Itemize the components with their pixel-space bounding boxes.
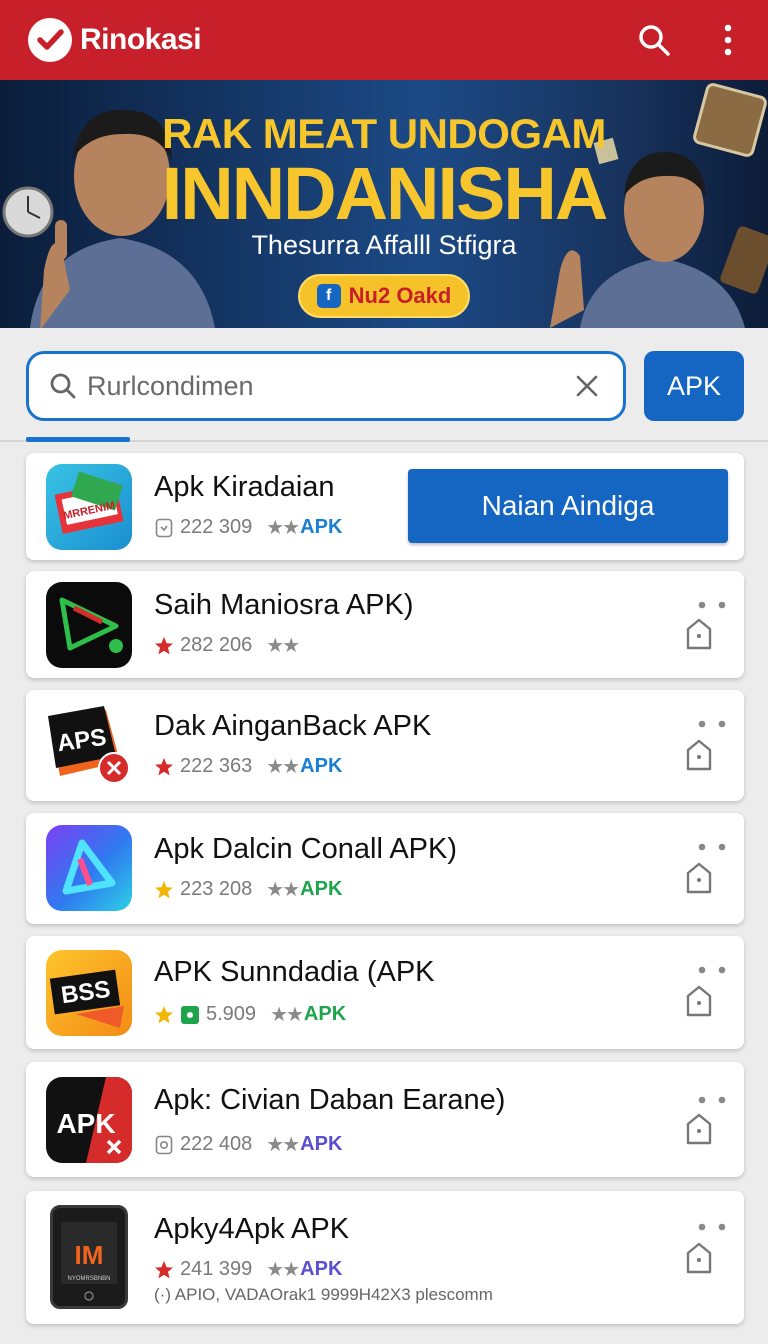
rating-stars: ★★ — [266, 1259, 300, 1281]
star-icon — [154, 1005, 174, 1025]
app-list-item[interactable]: APS Dak AinganBack APK 222 363 ★★ APK — [26, 690, 744, 801]
app-meta: 5.909 ★★ APK — [154, 1002, 346, 1027]
apk-tag: APK — [300, 1258, 343, 1280]
star-icon — [154, 1260, 174, 1280]
app-meta: 241 399 ★★ APK — [154, 1257, 342, 1282]
app-bar: Rinokasi — [0, 0, 768, 80]
app-icon-7-text: IM — [75, 1240, 104, 1270]
search-input[interactable] — [87, 370, 547, 402]
app-list-item[interactable]: APK Apk: Civian Daban Earane) 222 408 ★★… — [26, 1062, 744, 1177]
app-list-item[interactable]: MRRENIM Apk Kiradaian 222 309 ★★ APK Nai… — [26, 453, 744, 560]
app-meta: 222 309 ★★ APK — [154, 515, 342, 540]
more-dots-icon[interactable] — [694, 837, 730, 857]
apk-tag: APK — [300, 878, 343, 900]
rating-stars: ★★ — [266, 517, 300, 539]
app-icon-7: IM NYOMRSBNBN — [50, 1205, 128, 1309]
search-row: APK — [26, 351, 744, 421]
app-icon-4 — [46, 825, 132, 911]
check-icon — [28, 18, 72, 62]
app-name: Apk: Civian Daban Earane) — [154, 1084, 506, 1116]
bookmark-house-icon[interactable] — [684, 861, 714, 895]
app-icon-6-text: APK — [56, 1108, 115, 1139]
promo-banner[interactable]: RAK MEAT UNDOGAM INNDANISHA Thesurra Aff… — [0, 80, 768, 328]
app-meta: 282 206 ★★ — [154, 633, 300, 658]
brand-icon: f — [316, 284, 341, 308]
app-icon-6: APK — [46, 1077, 132, 1163]
bookmark-house-icon[interactable] — [684, 1241, 714, 1275]
apk-tag: APK — [300, 755, 343, 777]
app-logo[interactable]: Rinokasi — [28, 18, 202, 62]
app-icon-7-subtext: NYOMRSBNBN — [67, 1276, 110, 1282]
rating-stars: ★★ — [266, 1134, 300, 1156]
download-count: 223 208 — [180, 878, 253, 900]
download-count: 241 399 — [180, 1258, 253, 1280]
more-dots-icon[interactable] — [694, 714, 730, 734]
app-icon-1: MRRENIM — [46, 464, 132, 550]
app-name: Apk Kiradaian — [154, 471, 335, 503]
download-count: 222 408 — [180, 1133, 253, 1155]
app-icon-5: BSS — [46, 950, 132, 1036]
apk-tag: APK — [303, 1003, 347, 1025]
rating-stars: ★★ — [266, 879, 300, 901]
app-icon-2 — [46, 582, 132, 668]
app-extra-info: (·) APIO, VADAOrak1 9999H42X3 plescomm — [154, 1285, 493, 1304]
clear-icon[interactable] — [573, 372, 601, 400]
banner-headline-top: RAK MEAT UNDOGAM — [162, 110, 606, 157]
shield-icon — [154, 518, 174, 538]
apk-filter-button[interactable]: APK — [644, 351, 744, 421]
more-dots-icon[interactable] — [694, 1090, 730, 1110]
app-meta: 223 208 ★★ APK — [154, 877, 342, 902]
app-name: Saih Maniosra APK) — [154, 589, 414, 621]
tab-indicator — [26, 437, 130, 442]
app-meta: 222 408 ★★ APK — [154, 1132, 342, 1157]
download-count: 222 309 — [180, 516, 253, 538]
rating-stars: ★★ — [266, 756, 300, 778]
search-field-icon — [49, 372, 77, 400]
apk-tag: APK — [300, 516, 343, 538]
banner-cta-button[interactable]: f Nu2 Oakd — [298, 274, 470, 318]
app-list-item[interactable]: Apk Dalcin Conall APK) 223 208 ★★ APK — [26, 813, 744, 924]
app-icon-3: APS — [46, 702, 132, 788]
download-count: 222 363 — [180, 755, 253, 777]
banner-headline-main: INNDANISHA — [161, 152, 609, 235]
bookmark-house-icon[interactable] — [684, 984, 714, 1018]
play-badge-icon — [180, 1005, 200, 1025]
more-dots-icon[interactable] — [694, 960, 730, 980]
download-count: 282 206 — [180, 634, 253, 656]
app-name: Dak AinganBack APK — [154, 710, 432, 742]
rating-stars: ★★ — [266, 635, 300, 657]
app-list-item[interactable]: Saih Maniosra APK) 282 206 ★★ — [26, 571, 744, 678]
bookmark-house-icon[interactable] — [684, 1112, 714, 1146]
rating-stars: ★★ — [270, 1004, 304, 1026]
shield-icon — [154, 1135, 174, 1155]
more-vert-icon[interactable] — [718, 20, 738, 60]
download-count: 5.909 — [206, 1003, 257, 1025]
bookmark-house-icon[interactable] — [684, 617, 714, 651]
app-list-item[interactable]: IM NYOMRSBNBN Apky4Apk APK 241 399 ★★ AP… — [26, 1191, 744, 1324]
app-meta: 222 363 ★★ APK — [154, 754, 342, 779]
apk-tag: APK — [300, 1133, 343, 1155]
bookmark-house-icon[interactable] — [684, 738, 714, 772]
app-name: Apk Dalcin Conall APK) — [154, 833, 458, 865]
star-icon — [154, 757, 174, 777]
banner-subtitle: Thesurra Affalll Stfigra — [251, 230, 517, 260]
install-button[interactable]: Naian Aindiga — [408, 469, 728, 543]
search-icon[interactable] — [634, 20, 674, 60]
app-name: Apky4Apk APK — [154, 1213, 350, 1245]
star-icon — [154, 636, 174, 656]
app-title: Rinokasi — [80, 23, 202, 56]
app-list-item[interactable]: BSS APK Sunndadia (APK 5.909 ★★ APK — [26, 936, 744, 1049]
search-box[interactable] — [26, 351, 626, 421]
more-dots-icon[interactable] — [694, 595, 730, 615]
app-name: APK Sunndadia (APK — [154, 956, 435, 988]
more-dots-icon[interactable] — [694, 1217, 730, 1237]
banner-cta-label: Nu2 Oakd — [348, 283, 452, 308]
star-icon — [154, 880, 174, 900]
